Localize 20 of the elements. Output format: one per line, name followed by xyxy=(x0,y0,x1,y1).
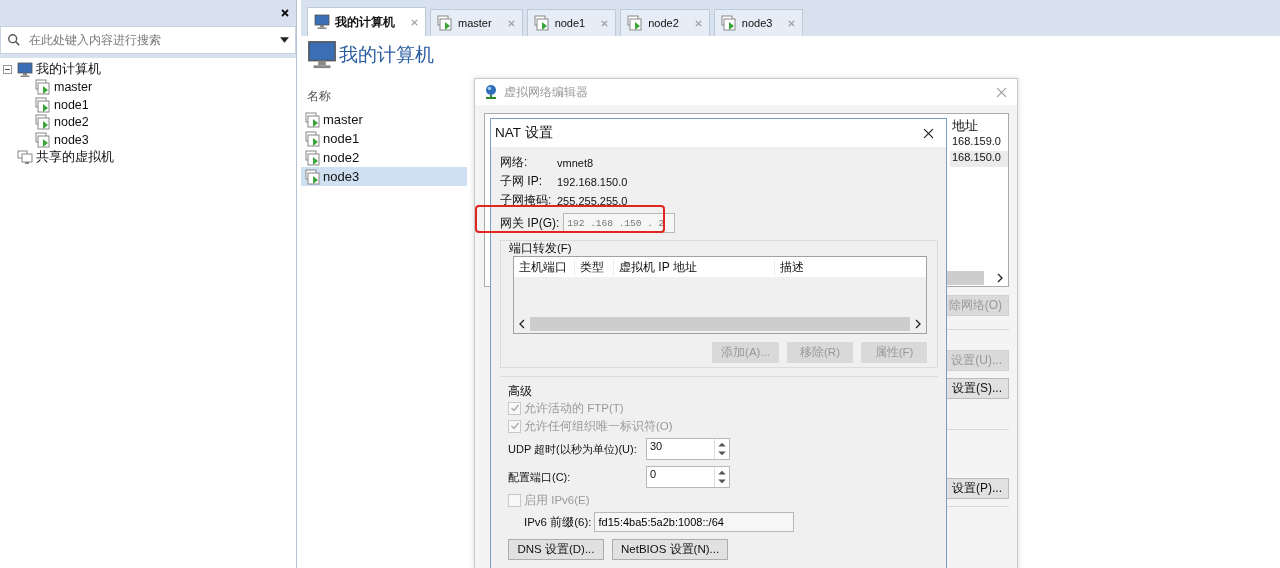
column-header: 地址 xyxy=(952,117,979,135)
checkbox-label: 允许活动的 FTP(T) xyxy=(524,400,624,416)
field-label: 子网掩码: xyxy=(500,192,553,209)
checkbox-label: 启用 IPv6(E) xyxy=(524,492,590,508)
field-value: 192.168.150.0 xyxy=(557,175,628,188)
page-title: 我的计算机 xyxy=(339,43,434,67)
field-value: 255.255.255.0 xyxy=(557,194,628,207)
column-header: 名称 xyxy=(306,88,332,105)
field-label: 子网 IP: xyxy=(500,173,543,190)
field-label: 网关 IP(G): xyxy=(500,214,560,232)
dialog-title: NAT 设置 xyxy=(495,124,554,142)
dialog-title: 虚拟网络编辑器 xyxy=(504,83,589,101)
group-title: 端口转发(F) xyxy=(509,241,573,255)
field-label: 配置端口(C): xyxy=(508,469,572,485)
field-label: 网络: xyxy=(500,154,529,171)
field-label: UDP 超时(以秒为单位)(U): xyxy=(508,441,638,457)
group-title: 高级 xyxy=(508,383,533,399)
field-label: IPv6 前缀(6): xyxy=(524,514,592,530)
checkbox-label: 允许任何组织唯一标识符(O) xyxy=(524,418,673,434)
field-value: vmnet8 xyxy=(557,156,594,169)
